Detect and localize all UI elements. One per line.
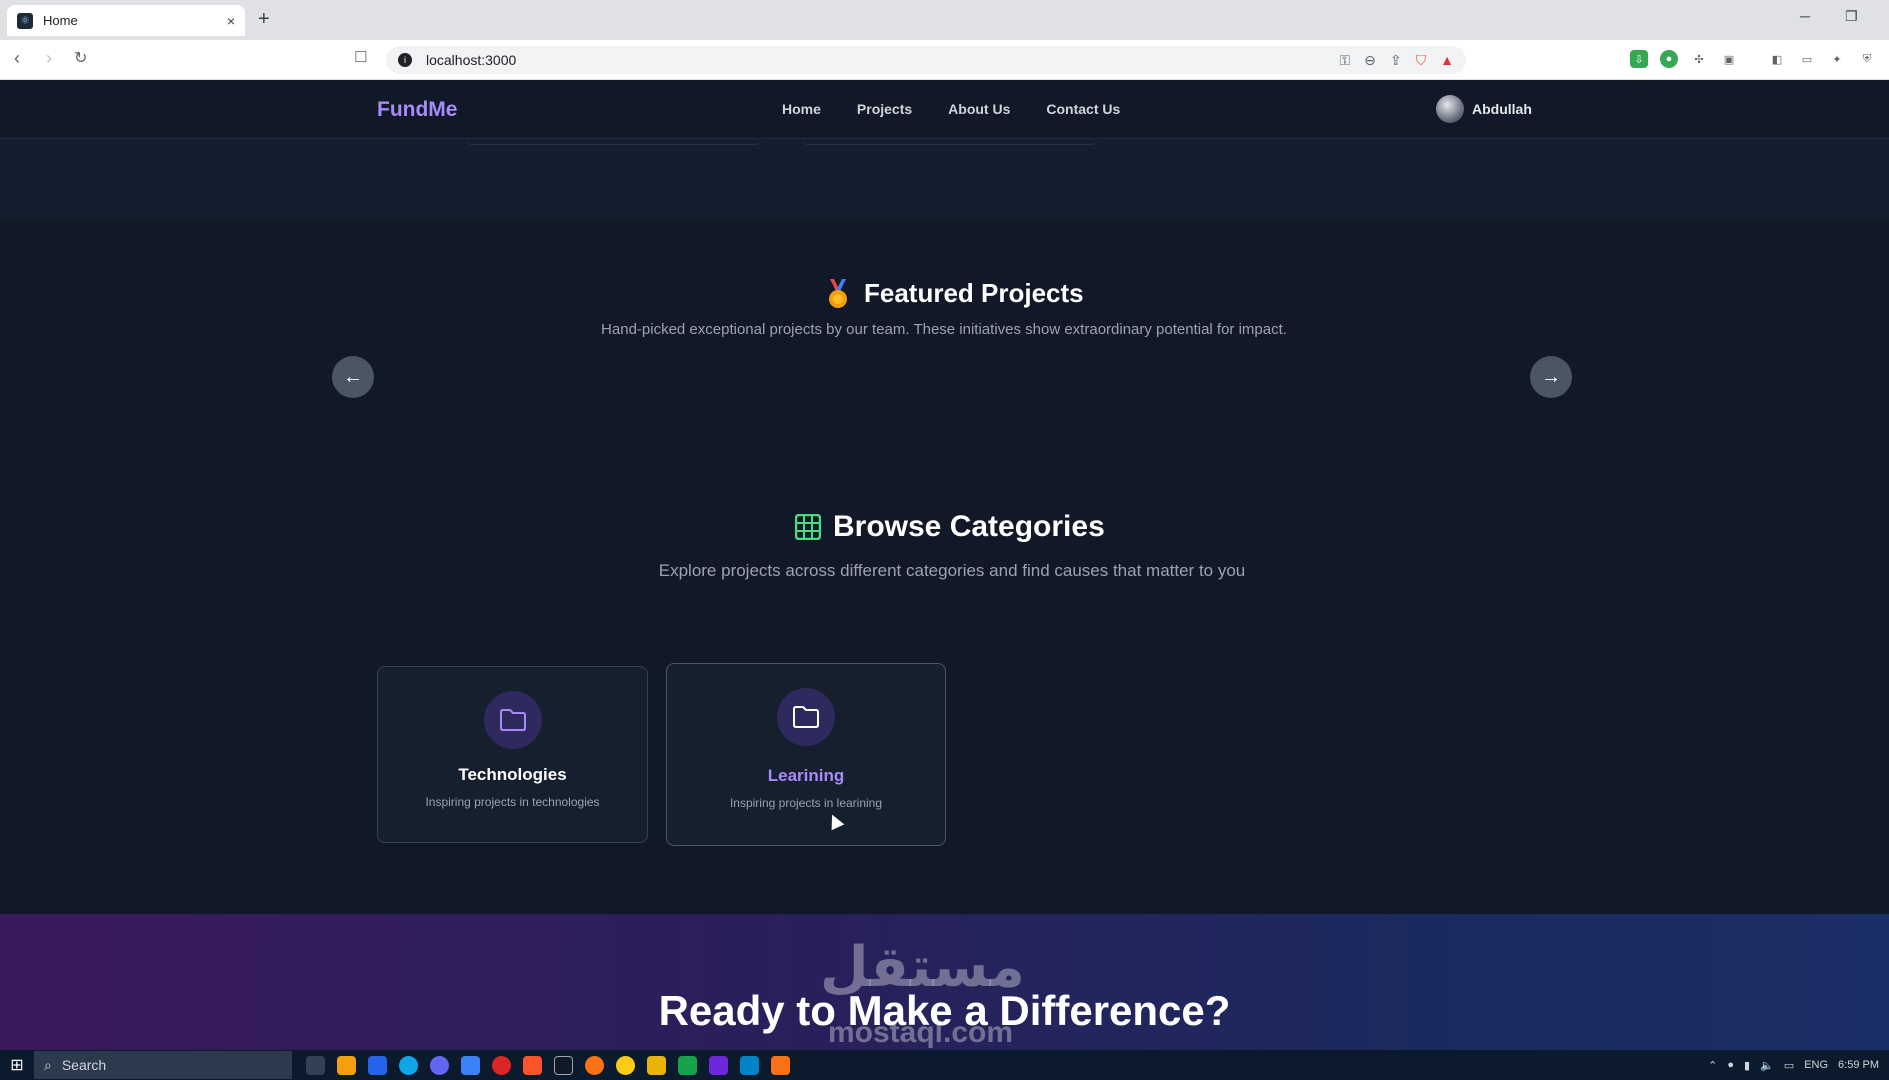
brave-icon[interactable] [523, 1055, 542, 1075]
app-icon[interactable] [492, 1055, 511, 1075]
close-tab-icon[interactable]: × [227, 13, 235, 29]
category-description: Inspiring projects in technologies [425, 795, 600, 809]
nav-contact-us[interactable]: Contact Us [1046, 101, 1120, 117]
previous-section-band [0, 139, 1889, 219]
user-menu[interactable]: Abdullah [1436, 95, 1532, 123]
file-explorer-icon[interactable] [647, 1055, 666, 1075]
taskbar-apps [306, 1055, 790, 1075]
arrow-left-icon: ← [343, 365, 363, 388]
extensions-puzzle-icon[interactable]: ✣ [1690, 50, 1708, 68]
search-icon: ⌕ [44, 1056, 52, 1073]
chrome-icon[interactable] [616, 1055, 635, 1075]
volume-icon[interactable]: 🔈 [1760, 1059, 1774, 1072]
app-icon[interactable] [461, 1055, 480, 1075]
call-to-action-section: Ready to Make a Difference? مستقل mostaq… [0, 914, 1889, 1050]
zoom-icon[interactable]: ⊖ [1364, 52, 1376, 69]
app-icon[interactable] [678, 1055, 697, 1075]
watermark: مستقل [820, 935, 1025, 998]
brave-shield-icon[interactable]: ⛉ [1416, 52, 1427, 69]
chevron-up-icon[interactable]: ⌃ [1708, 1059, 1717, 1072]
vscode-icon[interactable] [740, 1055, 759, 1075]
site-navbar: FundMe Home Projects About Us Contact Us… [0, 81, 1889, 139]
bookmark-icon[interactable]: ☐ [354, 48, 367, 66]
featured-subtitle: Hand-picked exceptional projects by our … [601, 321, 1287, 338]
url-text[interactable]: localhost:3000 [426, 52, 516, 68]
user-name[interactable]: Abdullah [1472, 101, 1532, 117]
share-icon[interactable]: ⇪ [1390, 52, 1402, 69]
language-indicator[interactable]: ENG [1804, 1059, 1828, 1071]
minimize-icon[interactable]: ─ [1800, 8, 1810, 24]
carousel-prev-button[interactable]: ← [332, 356, 374, 398]
leo-ai-icon[interactable]: ✦ [1828, 50, 1846, 68]
windows-start-icon[interactable]: ⊞ [0, 1050, 34, 1080]
extension-circle-icon[interactable]: ● [1660, 50, 1678, 68]
vpn-icon[interactable]: ⛨ [1858, 50, 1876, 68]
browser-toolbar: ‹ › ↻ ☐ i localhost:3000 ⚿ ⊖ ⇪ ⛉ ▲ ⇩ ● ✣… [0, 40, 1889, 80]
categories-subtitle: Explore projects across different catego… [658, 561, 1246, 580]
sidebar-icon[interactable]: ◧ [1768, 50, 1786, 68]
app-icon[interactable] [709, 1055, 728, 1075]
taskbar-search-label: Search [61, 1057, 107, 1073]
nav-projects[interactable]: Projects [857, 101, 912, 117]
avatar[interactable] [1436, 95, 1464, 123]
brave-nightly-icon[interactable] [585, 1055, 604, 1075]
card-edge [802, 139, 1098, 145]
categories-title: Browse Categories [795, 510, 1105, 544]
task-view-icon[interactable] [306, 1055, 325, 1075]
arrow-right-icon: → [1541, 365, 1561, 388]
new-tab-button[interactable]: + [258, 8, 270, 31]
key-icon[interactable]: ⚿ [1340, 52, 1351, 69]
reload-icon[interactable]: ↻ [74, 48, 87, 68]
medal-icon [829, 278, 847, 308]
nav-about-us[interactable]: About Us [948, 101, 1010, 117]
extension-download-icon[interactable]: ⇩ [1630, 50, 1648, 68]
taskbar-search[interactable]: ⌕ Search [34, 1051, 292, 1079]
taskbar: ⊞ ⌕ Search ⌃ ● ▮ 🔈 ▭ ENG 6:59 PM [0, 1050, 1889, 1080]
browser-tab-bar: ⚛ Home × + ─ ❐ [0, 0, 1889, 40]
grid-icon [795, 514, 821, 540]
category-title: Learining [767, 766, 845, 785]
folder-icon [484, 691, 542, 749]
category-description: Inspiring projects in learining [729, 796, 883, 810]
category-title: Technologies [458, 765, 567, 784]
discord-icon[interactable] [430, 1055, 449, 1075]
store-icon[interactable] [337, 1055, 356, 1075]
card-edge [466, 139, 762, 145]
screenshot-icon[interactable]: ▣ [1720, 50, 1738, 68]
microphone-icon[interactable]: ● [1727, 1059, 1734, 1071]
clock[interactable]: 6:59 PM [1838, 1059, 1879, 1071]
restore-icon[interactable]: ❐ [1845, 8, 1858, 25]
battery-icon[interactable]: ▮ [1744, 1059, 1750, 1072]
react-favicon-icon: ⚛ [17, 12, 33, 29]
back-icon[interactable]: ‹ [14, 48, 20, 69]
wallet-icon[interactable]: ▭ [1798, 50, 1816, 68]
brave-rewards-icon[interactable]: ▲ [1440, 52, 1454, 68]
folder-icon [777, 688, 835, 746]
web-page: FundMe Home Projects About Us Contact Us… [0, 81, 1889, 1050]
tab-title: Home [43, 13, 78, 28]
site-info-icon[interactable]: i [398, 53, 412, 67]
brand-logo[interactable]: FundMe [377, 98, 457, 122]
category-card-learining[interactable]: Learining Inspiring projects in learinin… [666, 663, 946, 846]
forward-icon[interactable]: › [46, 48, 52, 69]
address-bar[interactable]: i localhost:3000 ⚿ ⊖ ⇪ ⛉ ▲ [386, 46, 1466, 74]
category-card-technologies[interactable]: Technologies Inspiring projects in techn… [377, 666, 648, 843]
watermark-url: mostaql.com [828, 1016, 1014, 1049]
vlc-icon[interactable] [771, 1055, 790, 1075]
carousel-next-button[interactable]: → [1530, 356, 1572, 398]
system-tray: ⌃ ● ▮ 🔈 ▭ ENG 6:59 PM [1708, 1050, 1879, 1080]
network-icon[interactable]: ▭ [1784, 1059, 1794, 1072]
nav-home[interactable]: Home [782, 101, 821, 117]
nav-links: Home Projects About Us Contact Us [782, 101, 1120, 117]
featured-title: Featured Projects [824, 278, 1084, 309]
clion-icon[interactable] [554, 1055, 573, 1075]
edge-icon[interactable] [399, 1055, 418, 1075]
outlook-icon[interactable] [368, 1055, 387, 1075]
browser-tab[interactable]: ⚛ Home × [7, 5, 245, 36]
featured-title-text: Featured Projects [864, 278, 1084, 308]
categories-title-text: Browse Categories [833, 510, 1105, 543]
